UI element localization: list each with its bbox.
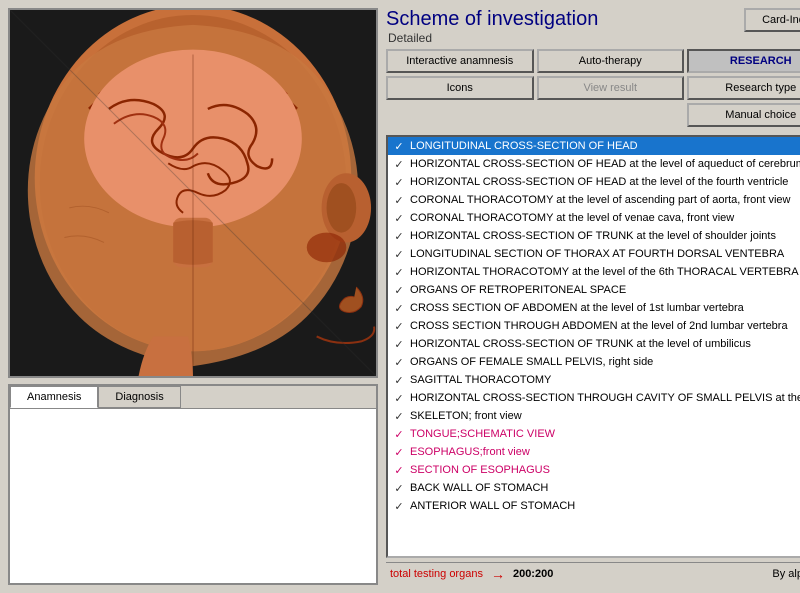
page-subtitle: Detailed <box>388 31 598 45</box>
list-inner[interactable]: ✓ LONGITUDINAL CROSS-SECTION OF HEAD ✓ H… <box>388 137 800 556</box>
list-item[interactable]: ✓ CORONAL THORACOTOMY at the level of as… <box>388 191 800 209</box>
list-item[interactable]: ✓ ORGANS OF RETROPERITONEAL SPACE <box>388 281 800 299</box>
list-item[interactable]: ✓ TONGUE;SCHEMATIC VIEW <box>388 425 800 443</box>
checkbox: ✓ <box>392 247 406 261</box>
checkbox: ✓ <box>392 463 406 477</box>
list-item[interactable]: ✓ CORONAL THORACOTOMY at the level of ve… <box>388 209 800 227</box>
list-item[interactable]: ✓ HORIZONTAL CROSS-SECTION OF HEAD at th… <box>388 173 800 191</box>
main-container: Anamnesis Diagnosis Scheme of investigat… <box>0 0 800 593</box>
status-arrow-icon: → <box>491 566 505 582</box>
checkbox: ✓ <box>392 445 406 459</box>
tab-anamnesis[interactable]: Anamnesis <box>10 386 98 408</box>
checkbox: ✓ <box>392 499 406 513</box>
interactive-anamnesis-button[interactable]: Interactive anamnesis <box>386 49 534 73</box>
tab-row: Anamnesis Diagnosis <box>10 386 376 409</box>
list-item[interactable]: ✓ ANTERIOR WALL OF STOMACH <box>388 497 800 515</box>
checkbox: ✓ <box>392 319 406 333</box>
page-title: Scheme of investigation <box>386 8 598 31</box>
checkbox: ✓ <box>392 337 406 351</box>
header-row: Scheme of investigation Detailed Card-In… <box>386 8 800 45</box>
checkbox: ✓ <box>392 229 406 243</box>
tab-diagnosis[interactable]: Diagnosis <box>98 386 180 408</box>
list-item[interactable]: ✓ LONGITUDINAL SECTION OF THORAX AT FOUR… <box>388 245 800 263</box>
list-item[interactable]: ✓ LONGITUDINAL CROSS-SECTION OF HEAD <box>388 137 800 155</box>
checkbox: ✓ <box>392 391 406 405</box>
bottom-left-panel: Anamnesis Diagnosis <box>8 384 378 585</box>
auto-therapy-button[interactable]: Auto-therapy <box>537 49 685 73</box>
left-panel: Anamnesis Diagnosis <box>8 8 378 585</box>
list-item[interactable]: ✓ HORIZONTAL CROSS-SECTION OF HEAD at th… <box>388 155 800 173</box>
research-button[interactable]: RESEARCH <box>687 49 800 73</box>
status-bar: total testing organs → 200:200 By alphab… <box>386 562 800 585</box>
icons-button[interactable]: Icons <box>386 76 534 100</box>
sort-label[interactable]: By alphabet <box>772 568 800 580</box>
list-item[interactable]: ✓ SKELETON; front view <box>388 407 800 425</box>
view-result-button[interactable]: View result <box>537 76 685 100</box>
status-count: 200:200 <box>513 568 553 580</box>
list-item[interactable]: ✓ CROSS SECTION THROUGH ABDOMEN at the l… <box>388 317 800 335</box>
list-item[interactable]: ✓ ORGANS OF FEMALE SMALL PELVIS, right s… <box>388 353 800 371</box>
list-item[interactable]: ✓ BACK WALL OF STOMACH <box>388 479 800 497</box>
manual-choice-button[interactable]: Manual choice <box>687 103 800 127</box>
checkbox: ✓ <box>392 265 406 279</box>
list-item[interactable]: ✓ HORIZONTAL CROSS-SECTION THROUGH CAVIT… <box>388 389 800 407</box>
brain-illustration <box>10 10 376 376</box>
checkbox: ✓ <box>392 193 406 207</box>
list-item[interactable]: ✓ SECTION OF ESOPHAGUS <box>388 461 800 479</box>
checkbox: ✓ <box>392 373 406 387</box>
checkbox: ✓ <box>392 139 406 153</box>
checkbox: ✓ <box>392 175 406 189</box>
list-container: ✓ LONGITUDINAL CROSS-SECTION OF HEAD ✓ H… <box>386 135 800 558</box>
checkbox: ✓ <box>392 355 406 369</box>
checkbox: ✓ <box>392 409 406 423</box>
list-item[interactable]: ✓ ESOPHAGUS;front view <box>388 443 800 461</box>
list-item[interactable]: ✓ HORIZONTAL CROSS-SECTION OF TRUNK at t… <box>388 227 800 245</box>
status-label: total testing organs <box>390 568 483 580</box>
list-item[interactable]: ✓ HORIZONTAL CROSS-SECTION OF TRUNK at t… <box>388 335 800 353</box>
title-block: Scheme of investigation Detailed <box>386 8 598 45</box>
anatomy-image-area <box>8 8 378 378</box>
right-panel: Scheme of investigation Detailed Card-In… <box>386 8 800 585</box>
checkbox: ✓ <box>392 481 406 495</box>
card-index-button[interactable]: Card-Index <box>744 8 800 32</box>
toolbar: Interactive anamnesis Auto-therapy RESEA… <box>386 49 800 127</box>
checkbox: ✓ <box>392 211 406 225</box>
research-type-button[interactable]: Research type <box>687 76 800 100</box>
checkbox: ✓ <box>392 301 406 315</box>
checkbox: ✓ <box>392 427 406 441</box>
tab-content-area <box>10 409 376 583</box>
checkbox: ✓ <box>392 283 406 297</box>
list-item[interactable]: ✓ HORIZONTAL THORACOTOMY at the level of… <box>388 263 800 281</box>
checkbox: ✓ <box>392 157 406 171</box>
list-item[interactable]: ✓ SAGITTAL THORACOTOMY <box>388 371 800 389</box>
list-item[interactable]: ✓ CROSS SECTION OF ABDOMEN at the level … <box>388 299 800 317</box>
